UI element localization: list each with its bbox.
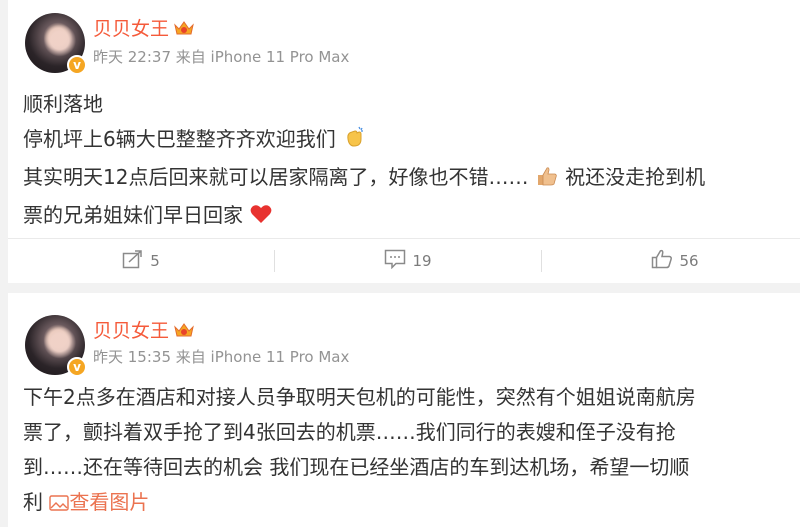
- verified-v-icon: v: [67, 357, 87, 377]
- post-line: 其实明天12点后回来就可以居家隔离了，好像也不错…… 祝还没走抢到机: [23, 160, 788, 198]
- username[interactable]: 贝贝女王: [93, 316, 169, 343]
- post-meta: 昨天 15:35 来自 iPhone 11 Pro Max: [93, 346, 349, 367]
- post-line: 票的兄弟姐妹们早日回家: [23, 198, 788, 236]
- username-row: 贝贝女王: [93, 316, 195, 343]
- post-line: 利 查看图片: [23, 485, 798, 523]
- comment-count: 19: [412, 252, 432, 270]
- post-source: 来自 iPhone 11 Pro Max: [175, 348, 350, 366]
- post-content: 顺利落地 停机坪上6辆大巴整整齐齐欢迎我们 其实明天12点后回来就可以居家隔离了…: [23, 87, 788, 236]
- repost-icon: [122, 249, 144, 273]
- like-button[interactable]: 56: [542, 239, 800, 283]
- post-source: 来自 iPhone 11 Pro Max: [175, 48, 350, 66]
- post-line: 下午2点多在酒店和对接人员争取明天包机的可能性，突然有个姐姐说南航房: [23, 385, 696, 409]
- action-bar: 5 19 56: [8, 239, 800, 283]
- weibo-post-card: v 贝贝女王 昨天 15:35 来自 iPhone 11 Pro Max 下午2…: [8, 293, 800, 527]
- red-heart-emoji-icon: [249, 201, 273, 236]
- post-line: 停机坪上6辆大巴整整齐齐欢迎我们: [23, 122, 788, 160]
- avatar[interactable]: v: [25, 315, 87, 377]
- post-time[interactable]: 昨天 15:35: [93, 348, 171, 366]
- post-line: 票了，颤抖着双手抢了到4张回去的机票……我们同行的表嫂和侄子没有抢: [23, 420, 676, 444]
- repost-button[interactable]: 5: [8, 239, 274, 283]
- thumbs-up-emoji-icon: [535, 163, 559, 198]
- clap-emoji-icon: [342, 125, 366, 160]
- avatar[interactable]: v: [25, 13, 87, 75]
- post-meta: 昨天 22:37 来自 iPhone 11 Pro Max: [93, 46, 349, 67]
- verified-v-icon: v: [67, 55, 87, 75]
- weibo-post-card: v 贝贝女王 昨天 22:37 来自 iPhone 11 Pro Max 顺利落…: [8, 0, 800, 283]
- post-line: 顺利落地: [23, 92, 103, 116]
- post-line: 到……还在等待回去的机会 我们现在已经坐酒店的车到达机场，希望一切顺: [23, 455, 690, 479]
- post-content: 下午2点多在酒店和对接人员争取明天包机的可能性，突然有个姐姐说南航房 票了，颤抖…: [23, 380, 798, 523]
- like-count: 56: [679, 252, 699, 270]
- repost-count: 5: [150, 252, 160, 270]
- username-row: 贝贝女王: [93, 14, 195, 41]
- view-pictures-link[interactable]: 查看图片: [49, 490, 149, 514]
- comment-button[interactable]: 19: [275, 239, 541, 283]
- crown-badge-icon[interactable]: [173, 19, 195, 37]
- post-time[interactable]: 昨天 22:37: [93, 48, 171, 66]
- like-icon: [651, 249, 673, 273]
- comment-icon: [384, 249, 406, 273]
- crown-badge-icon[interactable]: [173, 321, 195, 339]
- username[interactable]: 贝贝女王: [93, 14, 169, 41]
- image-icon: [49, 488, 70, 523]
